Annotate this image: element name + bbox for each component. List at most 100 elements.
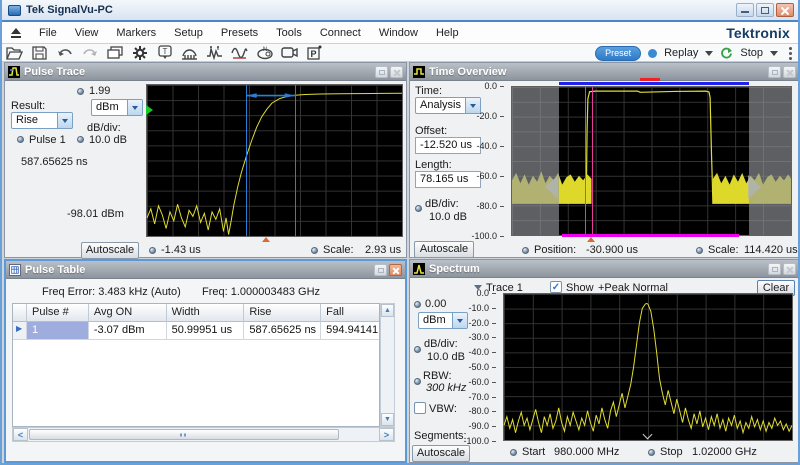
pulse-table-row[interactable]: ▶ 1 -3.07 dBm 50.99951 us 587.65625 ns 5… [13,322,379,340]
scrollbar-thumb[interactable] [29,429,339,440]
pulse-table-titlebar[interactable]: Pulse Table [6,261,405,279]
stop-freq-knob[interactable] [648,449,655,456]
time-overview-autoscale-button[interactable]: Autoscale [414,241,474,258]
to-right-handle[interactable] [748,175,761,199]
col-fall[interactable]: Fall [321,304,379,322]
settings-gear-icon[interactable] [127,44,152,61]
to-analysis-bar[interactable] [559,82,749,85]
stop-button[interactable]: Stop [740,47,763,59]
result-dropdown[interactable]: Rise [11,112,73,129]
menu-connect[interactable]: Connect [311,24,370,42]
to-left-handle[interactable] [545,175,558,199]
col-width[interactable]: Width [167,304,245,322]
displays-icon[interactable] [102,44,127,61]
camera-icon[interactable] [277,44,302,61]
open-file-icon[interactable] [2,44,27,61]
to-dbdiv-knob[interactable] [415,205,422,212]
col-pulse[interactable]: Pulse # [27,304,89,322]
pulse-trace-close-icon[interactable] [390,66,403,78]
pulse-table-restore-icon[interactable] [374,264,387,276]
save-icon[interactable] [27,44,52,61]
col-rise[interactable]: Rise [244,304,321,322]
menu-bar: File View Markers Setup Presets Tools Co… [2,22,798,44]
menu-tools[interactable]: Tools [267,24,311,42]
to-trigger-line-1[interactable] [585,87,586,235]
col-avg-on[interactable]: Avg ON [89,304,167,322]
stop-dropdown-icon[interactable] [770,51,778,56]
eject-icon[interactable] [10,27,22,39]
show-checkbox[interactable]: ✓ [550,281,562,293]
toolbar-overflow-icon[interactable] [789,47,792,60]
trace-waveform-icon[interactable] [227,44,252,61]
menu-markers[interactable]: Markers [107,24,165,42]
scroll-up-icon[interactable]: ▲ [381,304,394,317]
start-freq-knob[interactable] [510,449,517,456]
marker-tag-icon[interactable]: T [152,44,177,61]
pulse-select-knob[interactable] [17,136,24,143]
to-scale-knob[interactable] [696,247,703,254]
pulse-measure-icon[interactable] [177,44,202,61]
ref-marker-icon[interactable] [146,105,153,115]
to-dbdiv-label: dB/div: [425,198,459,210]
to-gray-left-region [512,87,559,235]
stop-freq-label: Stop [660,446,683,458]
time-overview-close-icon[interactable] [783,66,796,78]
freq-error-value: Freq Error: 3.483 kHz (Auto) [42,286,181,298]
xaxis-start-knob[interactable] [149,247,156,254]
replay-button[interactable]: Replay [664,47,698,59]
position-knob[interactable] [522,247,529,254]
cell-avg-on[interactable]: -3.07 dBm [89,322,167,340]
close-button[interactable] [776,3,794,17]
xaxis-scale-knob[interactable] [311,247,318,254]
to-trigger-line-2[interactable] [592,87,593,235]
cell-fall[interactable]: 594.94141 ns [321,322,379,340]
pulse-table-close-icon[interactable] [389,264,402,276]
pulse-trace-autoscale-button[interactable]: Autoscale [81,242,139,259]
dbdiv-knob[interactable] [77,136,84,143]
spectrum-titlebar[interactable]: Spectrum [410,260,799,278]
spectrum-autoscale-button[interactable]: Autoscale [412,445,470,462]
menu-file[interactable]: File [30,24,66,42]
menu-setup[interactable]: Setup [165,24,212,42]
vbw-checkbox[interactable] [414,402,426,414]
preset-p-icon[interactable]: P [302,44,327,61]
minimize-button[interactable] [736,3,754,17]
ref-level-knob[interactable] [77,88,84,95]
to-red-bar[interactable] [640,78,660,81]
replay-dropdown-icon[interactable] [705,51,713,56]
noise-source-icon[interactable]: N [252,44,277,61]
spectrum-close-icon[interactable] [783,263,796,275]
undo-icon[interactable] [52,44,77,61]
unit-dropdown[interactable]: dBm [91,99,143,116]
pulse-table-header-row: Pulse # Avg ON Width Rise Fall [13,304,379,322]
time-overview-restore-icon[interactable] [768,66,781,78]
rbw-knob[interactable] [414,378,421,385]
pulse-trace-restore-icon[interactable] [375,66,388,78]
pulse-table-title: Pulse Table [25,264,85,276]
table-vertical-scrollbar[interactable]: ▲ ▼ [380,303,395,427]
cell-pulse-num[interactable]: 1 [27,322,89,340]
cell-width[interactable]: 50.99951 us [167,322,245,340]
time-overview-titlebar[interactable]: Time Overview [410,63,799,81]
menu-help[interactable]: Help [427,24,468,42]
pulse-trace-panel-icon [8,66,20,78]
menu-presets[interactable]: Presets [212,24,267,42]
spec-ref-knob[interactable] [414,301,421,308]
window-titlebar[interactable]: Tek SignalVu-PC [2,0,798,22]
sp-ytick: -40.0 [460,347,496,357]
redo-icon[interactable] [77,44,102,61]
scroll-down-icon[interactable]: ▼ [381,413,394,426]
pulse-trace-titlebar[interactable]: Pulse Trace [5,63,406,81]
time-marker-icon[interactable] [202,44,227,61]
table-horizontal-scrollbar[interactable]: < > [12,427,395,442]
cell-rise[interactable]: 587.65625 ns [244,322,321,340]
maximize-button[interactable] [756,3,774,17]
menu-view[interactable]: View [66,24,108,42]
menu-window[interactable]: Window [370,24,427,42]
scroll-right-icon[interactable]: > [379,428,394,441]
scroll-left-icon[interactable]: < [13,428,28,441]
spec-dbdiv-knob[interactable] [414,346,421,353]
preset-button[interactable]: Preset [595,46,641,61]
spectrum-plot [503,293,793,441]
spectrum-restore-icon[interactable] [768,263,781,275]
